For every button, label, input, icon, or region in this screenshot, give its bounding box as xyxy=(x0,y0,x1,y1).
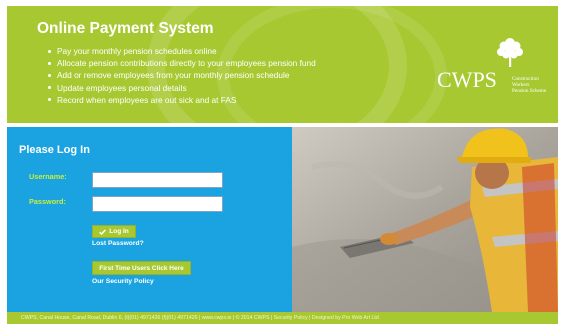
first-time-users-label: First Time Users Click Here xyxy=(99,264,184,272)
check-icon xyxy=(99,228,107,235)
security-policy-link[interactable]: Our Security Policy xyxy=(92,278,154,285)
login-title: Please Log In xyxy=(19,144,90,156)
feature-item: Record when employees are out sick and a… xyxy=(48,94,316,106)
feature-list: Pay your monthly pension schedules onlin… xyxy=(48,45,316,106)
construction-worker-image xyxy=(292,127,558,312)
cwps-logo: CWPS Construction Workers Pension Scheme xyxy=(435,36,553,98)
logo-abbreviation: CWPS xyxy=(437,67,497,92)
password-input[interactable] xyxy=(92,196,223,212)
footer-text: CWPS, Canal House, Canal Road, Dublin 6,… xyxy=(21,315,379,321)
first-time-users-button[interactable]: First Time Users Click Here xyxy=(92,261,191,275)
feature-item: Add or remove employees from your monthl… xyxy=(48,69,316,81)
tree-icon xyxy=(497,38,523,67)
feature-item: Pay your monthly pension schedules onlin… xyxy=(48,45,316,57)
worker-photo xyxy=(292,127,558,312)
feature-item: Allocate pension contributions directly … xyxy=(48,58,316,69)
login-panel: Please Log In Username: Password: Log In… xyxy=(7,127,292,312)
username-input[interactable] xyxy=(92,172,223,188)
feature-item: Update employees personal details xyxy=(48,82,316,94)
lost-password-link[interactable]: Lost Password? xyxy=(92,240,144,247)
login-button[interactable]: Log In xyxy=(92,225,136,238)
page-title: Online Payment System xyxy=(37,20,214,37)
header-banner: Online Payment System Pay your monthly p… xyxy=(7,6,558,123)
username-label: Username: xyxy=(29,172,67,181)
footer-bar: CWPS, Canal House, Canal Road, Dublin 6,… xyxy=(7,312,558,324)
login-button-label: Log In xyxy=(109,228,129,235)
password-label: Password: xyxy=(29,197,66,206)
logo-text: Construction Workers Pension Scheme xyxy=(512,76,547,94)
